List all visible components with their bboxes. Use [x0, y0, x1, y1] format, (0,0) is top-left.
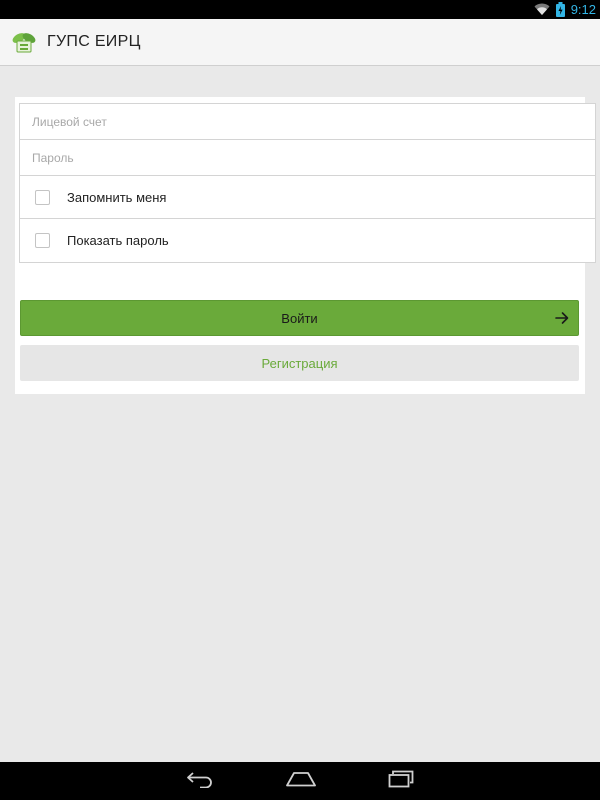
password-input[interactable] — [32, 140, 595, 175]
status-time: 9:12 — [570, 2, 596, 17]
remember-me-row[interactable]: Запомнить меня — [20, 176, 595, 219]
home-icon[interactable] — [286, 771, 316, 791]
recent-apps-icon[interactable] — [388, 770, 414, 792]
status-bar: 9:12 — [0, 0, 600, 19]
app-title: ГУПС ЕИРЦ — [47, 33, 141, 50]
account-number-input[interactable] — [32, 104, 595, 139]
app-logo-icon[interactable] — [10, 28, 38, 56]
arrow-right-icon — [554, 310, 570, 326]
navigation-bar — [0, 762, 600, 800]
action-bar: ГУПС ЕИРЦ — [0, 19, 600, 66]
battery-icon — [555, 2, 565, 17]
register-button-label: Регистрация — [261, 355, 338, 371]
show-password-checkbox[interactable] — [35, 233, 50, 248]
register-button[interactable]: Регистрация — [20, 345, 579, 381]
wifi-icon — [534, 3, 550, 16]
login-card: Запомнить меня Показать пароль Войти Рег… — [15, 97, 596, 394]
back-icon[interactable] — [186, 770, 214, 792]
remember-me-label: Запомнить меня — [67, 189, 167, 205]
login-fields: Запомнить меня Показать пароль — [19, 103, 596, 263]
login-button-label: Войти — [281, 310, 318, 326]
password-field-row — [20, 140, 595, 176]
show-password-row[interactable]: Показать пароль — [20, 219, 595, 262]
show-password-label: Показать пароль — [67, 233, 169, 248]
remember-me-checkbox[interactable] — [35, 189, 50, 205]
login-button[interactable]: Войти — [20, 300, 579, 336]
account-field-row — [20, 104, 595, 140]
